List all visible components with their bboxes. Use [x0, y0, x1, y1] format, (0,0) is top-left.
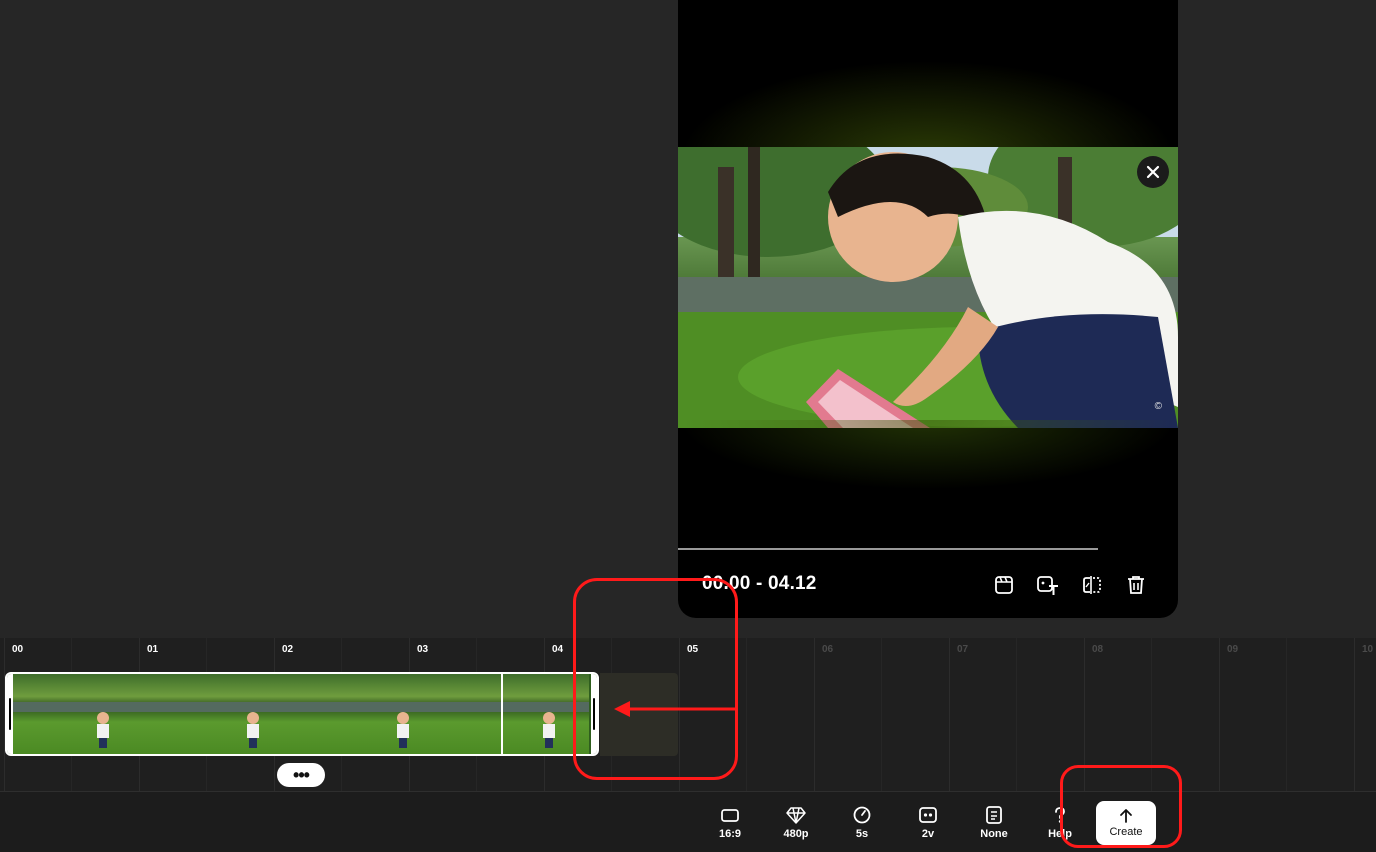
tick-line [814, 638, 815, 791]
tick-label: 01 [147, 644, 159, 655]
tick-label: 02 [282, 644, 294, 655]
document-icon [986, 806, 1002, 824]
clip-more-button[interactable]: ••• [277, 763, 325, 787]
preview-image [678, 147, 1178, 428]
style-button[interactable]: None [966, 806, 1022, 846]
delete-button[interactable] [1123, 572, 1149, 598]
storyboard-button[interactable] [991, 572, 1017, 598]
duration-label: 5s [855, 828, 869, 840]
tick-label: 09 [1227, 644, 1239, 655]
aspect-ratio-label: 16:9 [718, 828, 742, 840]
tick-line [1286, 638, 1287, 791]
tick-line [1354, 638, 1355, 791]
tick-label: 07 [957, 644, 969, 655]
close-preview-button[interactable] [1137, 156, 1169, 188]
tick-label: 04 [552, 644, 564, 655]
variants-label: 2v [921, 828, 935, 840]
clip-thumbnail [303, 674, 501, 754]
preview-frame: © [678, 147, 1178, 428]
preview-glow-top [678, 60, 1178, 160]
tick-line [1016, 638, 1017, 791]
text-style-button[interactable] [1035, 572, 1061, 598]
tick-line [1219, 638, 1220, 791]
annotation-highlight-box [573, 578, 738, 780]
preview-glow-bottom [678, 420, 1178, 490]
aspect-ratio-button[interactable]: 16:9 [702, 806, 758, 846]
annotation-arrow-icon [614, 701, 738, 717]
clip-thumbnail [13, 674, 155, 754]
compare-button[interactable] [1079, 572, 1105, 598]
tick-label: 10 [1362, 644, 1374, 655]
watermark: © [1154, 401, 1162, 412]
tick-line [949, 638, 950, 791]
quality-button[interactable]: 480p [768, 806, 824, 846]
diamond-quality-icon [786, 807, 806, 824]
variants-icon [919, 807, 937, 823]
variants-button[interactable]: 2v [900, 806, 956, 846]
tick-line [881, 638, 882, 791]
tick-label: 08 [1092, 644, 1104, 655]
tick-label: 03 [417, 644, 429, 655]
quality-label: 480p [783, 828, 809, 840]
aspect-ratio-icon [721, 809, 739, 822]
clip-thumbnail [155, 674, 303, 754]
tick-label: 06 [822, 644, 834, 655]
trash-icon [1128, 576, 1144, 594]
close-icon [1146, 165, 1160, 179]
annotation-highlight-box [1060, 765, 1182, 848]
text-style-icon [1037, 576, 1058, 595]
video-preview-panel: © 00.00 - 04.12 [678, 0, 1178, 618]
clock-icon [853, 806, 871, 824]
tick-label: 00 [12, 644, 24, 655]
compare-icon [1083, 576, 1101, 594]
storyboard-icon [995, 576, 1013, 594]
tick-line [746, 638, 747, 791]
clip-trim-handle-left[interactable] [7, 674, 13, 754]
video-clip[interactable] [5, 672, 599, 756]
playback-progress-bar[interactable] [678, 548, 1098, 550]
duration-button[interactable]: 5s [834, 806, 890, 846]
grip-icon [9, 698, 11, 730]
style-label: None [980, 828, 1008, 840]
